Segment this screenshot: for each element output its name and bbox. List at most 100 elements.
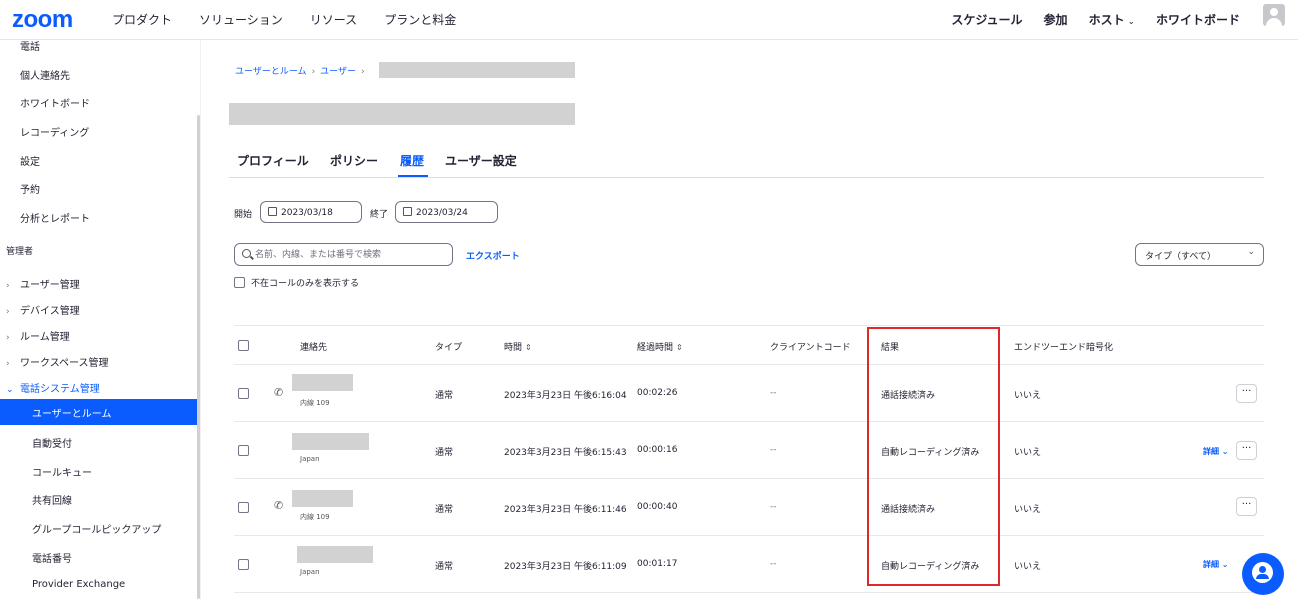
end-date-label: 終了 xyxy=(370,210,389,220)
zoom-logo[interactable]: zoom xyxy=(12,6,73,34)
tab-policy[interactable]: ポリシー xyxy=(330,152,378,169)
sidebar-item-recording[interactable]: レコーディング xyxy=(20,124,89,139)
column-header-time[interactable]: 時間 ⇕ xyxy=(504,340,532,353)
calendar-icon xyxy=(403,207,412,216)
breadcrumb-users-rooms[interactable]: ユーザーとルーム xyxy=(235,67,307,77)
column-header-label: 時間 xyxy=(504,343,523,353)
call-type: 通常 xyxy=(435,505,454,515)
contact-extension: 内線 109 xyxy=(300,513,330,521)
column-header-contact: 連絡先 xyxy=(300,343,328,353)
sidebar-group-user-management[interactable]: › ユーザー管理 xyxy=(6,276,80,291)
client-code: -- xyxy=(770,502,777,512)
chevron-right-icon: › xyxy=(361,67,365,77)
chevron-right-icon: › xyxy=(6,307,10,317)
nav-whiteboard[interactable]: ホワイトボード xyxy=(1156,11,1240,28)
row-checkbox[interactable] xyxy=(238,445,249,456)
e2e-encryption: いいえ xyxy=(1014,562,1042,572)
sidebar-item-provider-exchange[interactable]: Provider Exchange xyxy=(32,579,125,590)
sidebar-group-label: ユーザー管理 xyxy=(20,280,80,291)
table-row xyxy=(234,422,1264,479)
nav-host[interactable]: ホスト ⌄ xyxy=(1089,11,1135,28)
sidebar-item-group-pickup[interactable]: グループコールピックアップ xyxy=(32,521,161,536)
nav-solutions[interactable]: ソリューション xyxy=(199,11,283,28)
nav-pricing[interactable]: プランと料金 xyxy=(384,11,456,28)
redacted-contact-name xyxy=(292,490,353,507)
avatar[interactable] xyxy=(1263,4,1285,26)
start-date-value: 2023/03/18 xyxy=(281,208,333,218)
sidebar-item-auto-receptionist[interactable]: 自動受付 xyxy=(32,435,72,450)
tab-bar: プロフィール ポリシー 履歴 ユーザー設定 xyxy=(229,150,1264,178)
sidebar-item-settings[interactable]: 設定 xyxy=(20,153,40,168)
calendar-icon xyxy=(268,207,277,216)
column-header-client-code: クライアントコード xyxy=(770,343,851,353)
export-link[interactable]: エクスポート xyxy=(466,249,520,262)
call-duration: 00:01:17 xyxy=(637,559,678,569)
select-all-checkbox[interactable] xyxy=(238,340,249,351)
sidebar-group-label: 電話システム管理 xyxy=(20,384,100,395)
row-checkbox[interactable] xyxy=(238,388,249,399)
end-date-picker[interactable]: 2023/03/24 xyxy=(395,201,498,223)
sidebar-item-call-queue[interactable]: コールキュー xyxy=(32,464,92,479)
sidebar-item-label: ユーザーとルーム xyxy=(32,409,112,420)
tab-profile[interactable]: プロフィール xyxy=(237,152,309,169)
more-options-button[interactable]: ··· xyxy=(1236,441,1257,460)
breadcrumb: ユーザーとルーム › ユーザー › xyxy=(235,64,370,77)
chat-icon xyxy=(1252,562,1273,583)
nav-host-label: ホスト xyxy=(1088,13,1125,27)
missed-only-checkbox[interactable] xyxy=(234,277,245,288)
sidebar-group-room-management[interactable]: › ルーム管理 xyxy=(6,328,70,343)
nav-schedule[interactable]: スケジュール xyxy=(951,11,1022,28)
start-date-picker[interactable]: 2023/03/18 xyxy=(260,201,362,223)
redacted-breadcrumb-name xyxy=(379,62,575,78)
tab-history[interactable]: 履歴 xyxy=(400,152,424,169)
search-input[interactable] xyxy=(255,247,445,262)
column-header-duration[interactable]: 経過時間 ⇕ xyxy=(637,340,683,353)
sidebar-item-phone[interactable]: 電話 xyxy=(20,38,40,53)
sidebar-group-workspace-management[interactable]: › ワークスペース管理 xyxy=(6,354,109,369)
sidebar-group-device-management[interactable]: › デバイス管理 xyxy=(6,302,80,317)
sidebar-item-shared-line[interactable]: 共有回線 xyxy=(32,492,72,507)
chevron-down-icon: ⌄ xyxy=(6,385,14,395)
table-row xyxy=(234,479,1264,536)
chevron-down-icon: ⌄ xyxy=(1219,560,1229,569)
chat-support-button[interactable] xyxy=(1242,553,1284,595)
column-header-type: タイプ xyxy=(435,343,463,353)
result-column-highlight xyxy=(867,327,1000,586)
nav-products[interactable]: プロダクト xyxy=(112,11,172,28)
nav-join[interactable]: 参加 xyxy=(1044,11,1068,28)
redacted-contact-name xyxy=(292,433,369,450)
sidebar-group-label: ワークスペース管理 xyxy=(20,358,109,369)
breadcrumb-users[interactable]: ユーザー xyxy=(320,67,356,77)
tab-user-settings[interactable]: ユーザー設定 xyxy=(445,152,517,169)
sidebar-item-contacts[interactable]: 個人連絡先 xyxy=(20,67,70,82)
call-type: 通常 xyxy=(435,562,454,572)
client-code: -- xyxy=(770,559,777,569)
sidebar: 電話 個人連絡先 ホワイトボード レコーディング 設定 予約 分析とレポート 管… xyxy=(0,40,201,599)
start-date-label: 開始 xyxy=(234,210,253,220)
client-code: -- xyxy=(770,388,777,398)
sidebar-group-phone-system[interactable]: ⌄ 電話システム管理 xyxy=(6,380,100,395)
more-horizontal-icon: ··· xyxy=(1241,499,1252,510)
sidebar-item-scheduler[interactable]: 予約 xyxy=(20,181,40,196)
sidebar-item-whiteboard[interactable]: ホワイトボード xyxy=(20,95,90,110)
call-type: 通常 xyxy=(435,391,454,401)
type-filter-select[interactable]: タイプ（すべて） ⌄ xyxy=(1135,243,1264,266)
column-header-label: 経過時間 xyxy=(637,343,674,353)
sidebar-item-users-rooms[interactable]: ユーザーとルーム xyxy=(0,399,197,425)
column-header-e2e: エンドツーエンド暗号化 xyxy=(1014,343,1114,353)
more-options-button[interactable]: ··· xyxy=(1236,384,1257,403)
sidebar-group-label: デバイス管理 xyxy=(20,306,80,317)
search-box xyxy=(234,243,453,266)
e2e-encryption: いいえ xyxy=(1014,448,1042,458)
more-options-button[interactable]: ··· xyxy=(1236,497,1257,516)
row-checkbox[interactable] xyxy=(238,502,249,513)
details-toggle[interactable]: 詳細 ⌄ xyxy=(1203,446,1229,457)
call-time: 2023年3月23日 午後6:16:04 xyxy=(504,391,627,401)
sidebar-scrollbar[interactable] xyxy=(197,115,200,599)
sidebar-item-phone-numbers[interactable]: 電話番号 xyxy=(32,550,72,565)
details-toggle[interactable]: 詳細 ⌄ xyxy=(1203,559,1229,570)
nav-resources[interactable]: リソース xyxy=(310,11,357,28)
row-checkbox[interactable] xyxy=(238,559,249,570)
sort-icon: ⇕ xyxy=(525,343,532,352)
sidebar-item-reports[interactable]: 分析とレポート xyxy=(20,210,90,225)
